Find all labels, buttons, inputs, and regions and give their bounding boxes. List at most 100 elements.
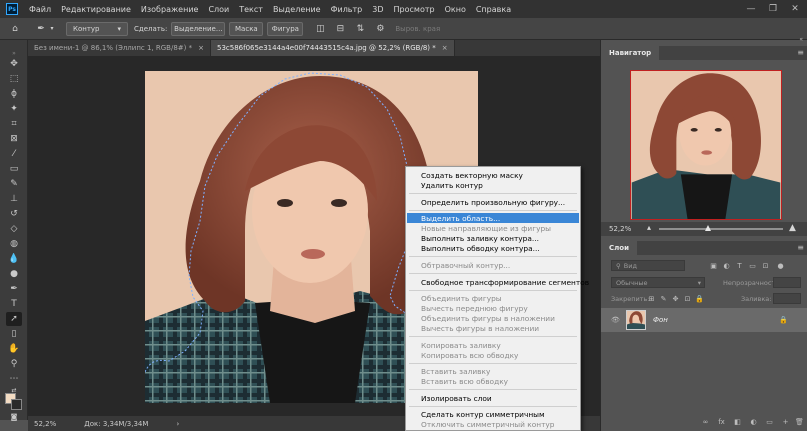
filter-toggle-icon[interactable]: ● xyxy=(776,261,785,270)
adjustment-layer-icon[interactable]: ◐ xyxy=(749,417,758,426)
type-tool-icon[interactable]: T xyxy=(6,297,22,311)
lock-artboard-icon[interactable]: ⊡ xyxy=(683,294,692,303)
healing-brush-tool-icon[interactable]: ▭ xyxy=(6,162,22,176)
filter-type-icon[interactable]: T xyxy=(735,261,744,270)
collapse-panels-icon[interactable]: « xyxy=(799,36,803,43)
cm-make-selection[interactable]: Выделить область... xyxy=(407,213,579,223)
frame-tool-icon[interactable]: ⊠ xyxy=(6,132,22,146)
zoom-slider-handle[interactable] xyxy=(705,225,711,231)
history-brush-tool-icon[interactable]: ↺ xyxy=(6,207,22,221)
navigator-thumbnail[interactable] xyxy=(630,70,782,220)
status-arrow-icon[interactable]: › xyxy=(176,420,179,428)
blur-tool-icon[interactable]: 💧 xyxy=(6,252,22,266)
zoom-in-icon[interactable]: ▲ xyxy=(789,223,796,233)
link-layers-icon[interactable]: ∞ xyxy=(701,417,710,426)
blend-mode-select[interactable]: Обычные ▾ xyxy=(611,277,705,288)
opacity-field[interactable] xyxy=(773,277,801,288)
eyedropper-tool-icon[interactable]: ⁄ xyxy=(6,147,22,161)
close-icon[interactable]: × xyxy=(442,44,448,52)
marquee-tool-icon[interactable]: ⬚ xyxy=(6,72,22,86)
menu-image[interactable]: Изображение xyxy=(136,5,204,14)
navigator-zoom-value[interactable]: 52,2% xyxy=(609,225,631,233)
new-layer-icon[interactable]: + xyxy=(781,417,790,426)
move-tool-icon[interactable]: ✥ xyxy=(6,57,22,71)
zoom-out-icon[interactable]: ▴ xyxy=(647,223,651,232)
menu-select[interactable]: Выделение xyxy=(268,5,326,14)
home-icon[interactable]: ⌂ xyxy=(8,22,22,36)
mask-button[interactable]: Маска xyxy=(229,21,264,36)
menu-layers[interactable]: Слои xyxy=(203,5,234,14)
trash-icon[interactable]: 🗑 xyxy=(795,417,804,426)
filter-adjustment-icon[interactable]: ◐ xyxy=(722,261,731,270)
layer-kind-filter[interactable]: ⚲ Вид xyxy=(611,260,685,271)
brush-tool-icon[interactable]: ✎ xyxy=(6,177,22,191)
path-operations-icon[interactable]: ◫ xyxy=(313,22,327,36)
cm-stroke-path[interactable]: Выполнить обводку контура... xyxy=(407,243,579,253)
layer-name[interactable]: Фон xyxy=(653,316,668,324)
eraser-tool-icon[interactable]: ◇ xyxy=(6,222,22,236)
path-alignment-icon[interactable]: ⊟ xyxy=(333,22,347,36)
gear-icon[interactable]: ⚙ xyxy=(373,22,387,36)
filter-shape-icon[interactable]: ▭ xyxy=(748,261,757,270)
shape-button[interactable]: Фигура xyxy=(267,21,304,36)
gradient-tool-icon[interactable]: ◍ xyxy=(6,237,22,251)
filter-pixel-icon[interactable]: ▣ xyxy=(709,261,718,270)
menu-filter[interactable]: Фильтр xyxy=(326,5,368,14)
close-window-button[interactable]: ✕ xyxy=(784,0,806,18)
cm-isolate-layers[interactable]: Изолировать слои xyxy=(407,393,579,403)
cm-define-custom-shape[interactable]: Определить произвольную фигуру... xyxy=(407,197,579,207)
menu-help[interactable]: Справка xyxy=(471,5,516,14)
crop-tool-icon[interactable]: ⌗ xyxy=(6,117,22,131)
lock-position-icon[interactable]: ✥ xyxy=(671,294,680,303)
lasso-tool-icon[interactable]: ϕ xyxy=(6,87,22,101)
hand-tool-icon[interactable]: ✋ xyxy=(6,342,22,356)
lock-image-icon[interactable]: ✎ xyxy=(659,294,668,303)
tab-layers[interactable]: Слои xyxy=(601,241,637,255)
tab-document-1[interactable]: Без имени-1 @ 86,1% (Эллипс 1, RGB/8#) *… xyxy=(28,40,211,56)
cm-fill-path[interactable]: Выполнить заливку контура... xyxy=(407,233,579,243)
thumbnail-image xyxy=(631,71,781,219)
menu-file[interactable]: Файл xyxy=(24,5,56,14)
menu-window[interactable]: Окно xyxy=(440,5,471,14)
dodge-tool-icon[interactable]: ● xyxy=(6,267,22,281)
close-icon[interactable]: × xyxy=(198,44,204,52)
minimize-button[interactable]: — xyxy=(740,0,762,18)
tab-document-2[interactable]: 53c586f065e3144a4e00f74443515c4a.jpg @ 5… xyxy=(210,40,455,56)
menu-3d[interactable]: 3D xyxy=(367,5,388,14)
zoom-tool-icon[interactable]: ⚲ xyxy=(6,357,22,371)
maximize-button[interactable]: ❐ xyxy=(762,0,784,18)
filter-smart-object-icon[interactable]: ⊡ xyxy=(761,261,770,270)
menu-edit[interactable]: Редактирование xyxy=(56,5,136,14)
lock-transparent-icon[interactable]: ⊞ xyxy=(647,294,656,303)
quick-mask-icon[interactable]: ◙ xyxy=(6,410,22,424)
cm-make-symmetry-path[interactable]: Сделать контур симметричным xyxy=(407,409,579,419)
mode-select[interactable]: Контур ▾ xyxy=(66,21,128,36)
zoom-slider[interactable] xyxy=(659,225,783,231)
cm-create-vector-mask[interactable]: Создать векторную маску xyxy=(407,170,579,180)
pen-tool-preset-icon[interactable]: ✒ xyxy=(34,22,48,36)
add-mask-icon[interactable]: ◧ xyxy=(733,417,742,426)
clone-stamp-tool-icon[interactable]: ⊥ xyxy=(6,192,22,206)
visibility-eye-icon[interactable]: 👁 xyxy=(611,315,620,324)
selection-button[interactable]: Выделение... xyxy=(171,21,226,36)
fill-field[interactable] xyxy=(773,293,801,304)
chevron-down-icon[interactable]: ▾ xyxy=(48,22,56,36)
magic-wand-tool-icon[interactable]: ✦ xyxy=(6,102,22,116)
path-arrangement-icon[interactable]: ⇅ xyxy=(353,22,367,36)
new-group-icon[interactable]: ▭ xyxy=(765,417,774,426)
pen-tool-icon[interactable]: ✒ xyxy=(6,282,22,296)
status-zoom[interactable]: 52,2% xyxy=(34,420,56,428)
tab-navigator[interactable]: Навигатор xyxy=(601,46,660,60)
panel-menu-icon[interactable]: ≡ xyxy=(797,48,804,57)
background-color-swatch[interactable] xyxy=(11,399,22,410)
menu-view[interactable]: Просмотр xyxy=(389,5,440,14)
menu-type[interactable]: Текст xyxy=(234,5,268,14)
cm-delete-path[interactable]: Удалить контур xyxy=(407,180,579,190)
lock-all-icon[interactable]: 🔒 xyxy=(695,294,704,303)
path-selection-tool-icon[interactable]: ➚ xyxy=(6,312,22,326)
rectangle-tool-icon[interactable]: ▯ xyxy=(6,327,22,341)
fx-icon[interactable]: fx xyxy=(717,417,726,426)
cm-free-transform-segments[interactable]: Свободное трансформирование сегментов xyxy=(407,277,589,287)
panel-menu-icon[interactable]: ≡ xyxy=(797,243,804,252)
layer-row-background[interactable]: 👁 Фон 🔒 xyxy=(601,308,807,332)
